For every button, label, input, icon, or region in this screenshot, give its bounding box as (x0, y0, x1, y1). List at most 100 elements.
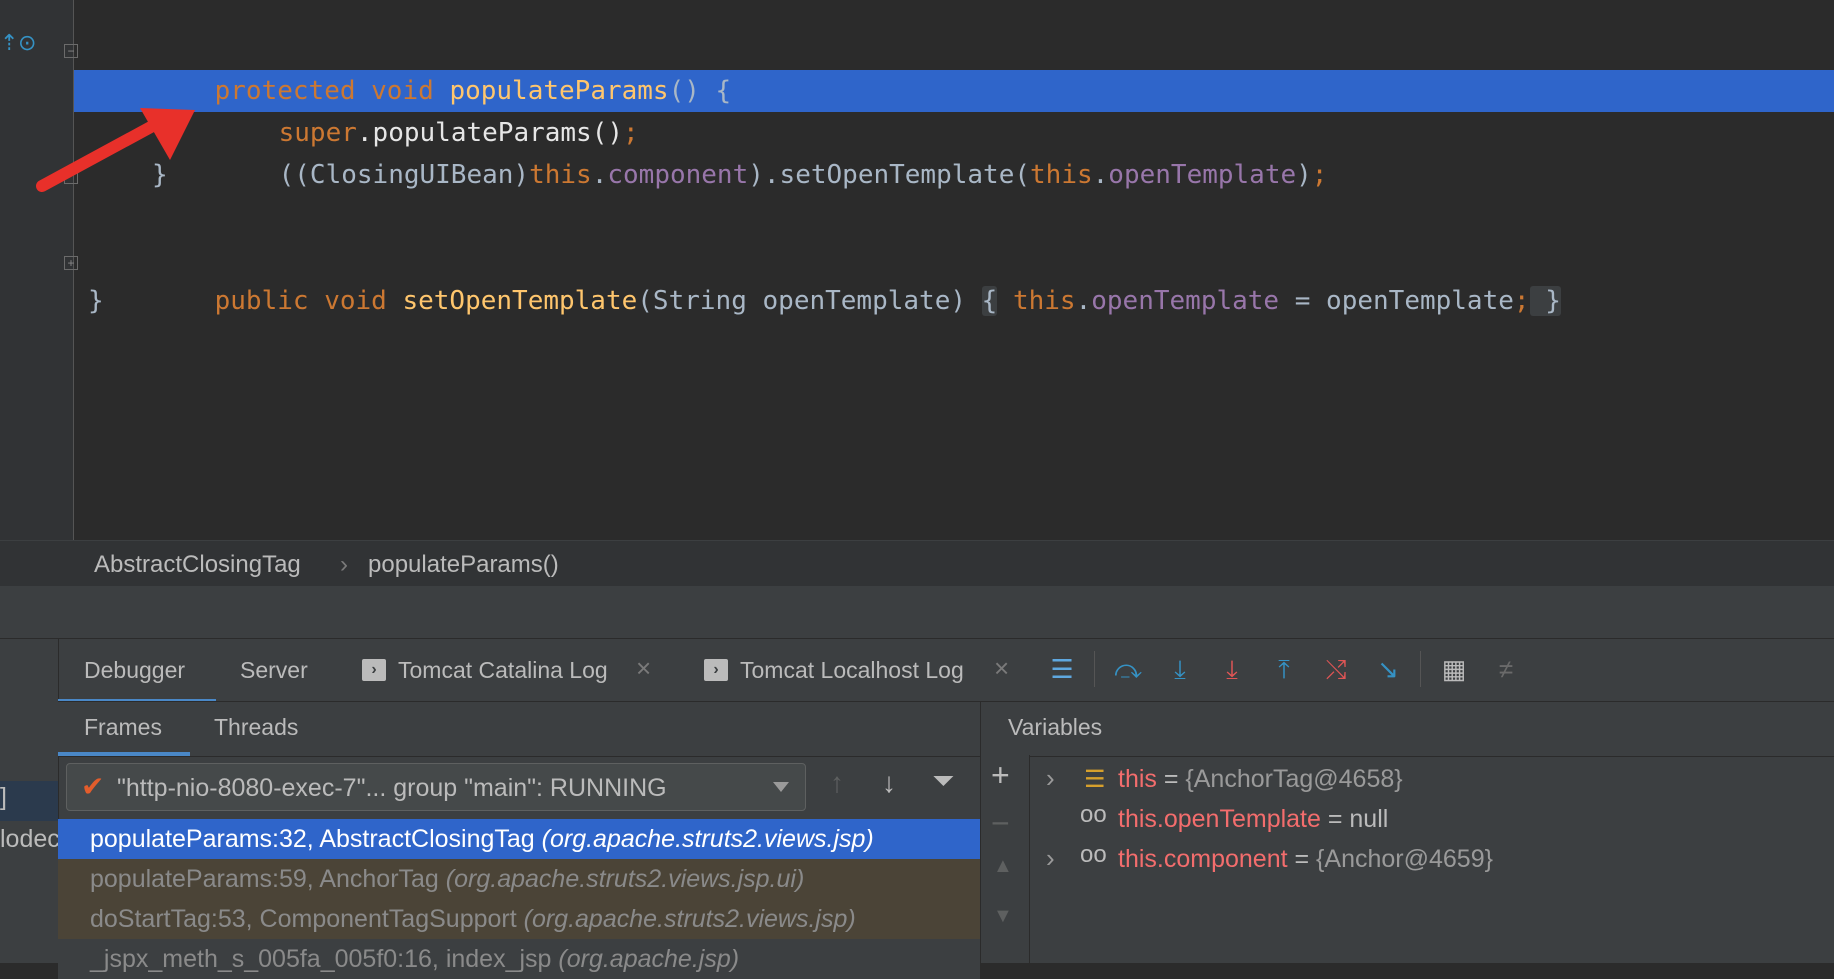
show-execution-point-icon[interactable]: ☰ (1046, 653, 1078, 685)
variable-eq: = (1320, 805, 1350, 833)
frame-row[interactable]: populateParams:59, AnchorTag (org.apache… (58, 859, 980, 899)
frame-package: (org.apache.struts2.views.jsp) (523, 905, 856, 933)
move-down-icon[interactable]: ▼ (993, 905, 1013, 928)
field-name: openTemplate (1091, 286, 1280, 316)
variable-name: this (1118, 765, 1157, 793)
variable-row[interactable]: this.component = {Anchor@4659} (1118, 839, 1493, 879)
step-out-icon[interactable]: ⤒ (1268, 653, 1300, 685)
evaluate-expression-icon[interactable]: ▦ (1438, 653, 1470, 685)
toolbar-separator (1420, 651, 1421, 687)
drop-frame-icon[interactable]: ⤭ (1320, 653, 1352, 685)
keyword: this (529, 160, 592, 190)
step-into-icon[interactable]: ⤓ (1164, 653, 1196, 685)
frame-method: _jspx_meth_s_005fa_005f0:16, index_jsp (90, 945, 559, 973)
tab-debugger[interactable]: Debugger (84, 657, 185, 684)
thread-selector[interactable]: ✔ "http-nio-8080-exec-7"... group "main"… (66, 763, 806, 811)
trace-stream-icon[interactable]: ≠ (1490, 653, 1522, 685)
variable-eq: = (1156, 765, 1186, 793)
run-to-cursor-icon[interactable]: ↘ (1372, 653, 1404, 685)
breadcrumb: AbstractClosingTag › populateParams() (0, 540, 1834, 587)
console-icon: › (362, 659, 386, 681)
console-icon: › (704, 659, 728, 681)
variable-row[interactable]: this = {AnchorTag@4658} (1118, 759, 1403, 799)
tab-tomcat-catalina-log[interactable]: Tomcat Catalina Log (398, 657, 608, 684)
code-text: ((ClosingUIBean) (278, 160, 530, 190)
editor-gutter: ⇡ ⊙ (0, 0, 74, 540)
debug-tool-window: ] lodec Debugger Server › Tomcat Catalin… (0, 638, 1834, 979)
frame-package: (org.apache.jsp) (558, 945, 740, 973)
method-name: setOpenTemplate (402, 286, 638, 316)
overridden-icon[interactable]: ⊙ (18, 30, 36, 56)
add-watch-icon[interactable]: + (991, 757, 1010, 794)
code-text: () { (668, 76, 732, 106)
code-line-1: protected void populateParams() { (152, 28, 732, 106)
arrow-up-icon[interactable]: ↑ (830, 767, 844, 799)
frame-package: (org.apache.struts2.views.jsp) (541, 825, 874, 853)
code-text: = openTemplate (1279, 286, 1514, 316)
frame-row[interactable]: _jspx_meth_s_005fa_005f0:16, index_jsp (… (58, 939, 980, 979)
watch-glasses-icon: oo (1080, 801, 1107, 828)
frame-row[interactable]: populateParams:32, AbstractClosingTag (o… (58, 819, 980, 859)
breadcrumb-method[interactable]: populateParams() (368, 551, 559, 579)
variable-eq: = (1287, 845, 1317, 873)
keyword: this (1030, 160, 1093, 190)
thread-name: "http-nio-8080-exec-7"... group "main": … (117, 774, 667, 802)
variable-row[interactable]: this.openTemplate = null (1118, 799, 1388, 839)
code-text: . (1075, 286, 1092, 316)
code-text: . (591, 160, 608, 190)
active-subtab-indicator (58, 752, 190, 756)
frame-method: populateParams:32, AbstractClosingTag (90, 825, 542, 853)
left-partial-bracket: ] (0, 783, 7, 811)
force-step-into-icon[interactable]: ⤓ (1216, 653, 1248, 685)
breadcrumb-class[interactable]: AbstractClosingTag (94, 551, 301, 579)
tab-frames[interactable]: Frames (84, 714, 162, 741)
frames-subbar: Frames Threads Variables (58, 701, 1834, 757)
variable-value: {AnchorTag@4658} (1185, 765, 1403, 793)
frame-method: populateParams:59, AnchorTag (90, 865, 446, 893)
frame-package: (org.apache.struts2.views.jsp.ui) (445, 865, 805, 893)
overrides-icon[interactable]: ⇡ (0, 30, 18, 56)
code-text: ).setOpenTemplate( (748, 160, 1031, 190)
close-icon[interactable]: × (636, 653, 651, 684)
chevron-right-icon[interactable]: › (1046, 843, 1055, 874)
code-line-3: ((ClosingUIBean)this.component).setOpenT… (216, 112, 1328, 190)
folded-brace[interactable]: { (981, 286, 998, 316)
tab-tomcat-localhost-log[interactable]: Tomcat Localhost Log (740, 657, 964, 684)
semicolon: ; (1311, 160, 1328, 190)
folded-brace[interactable]: } (1529, 286, 1561, 316)
variable-value: null (1349, 805, 1389, 833)
code-editor[interactable]: ⇡ ⊙ − + protected void populateParams() … (0, 0, 1834, 540)
variable-value: {Anchor@4659} (1316, 845, 1493, 873)
remove-watch-icon[interactable]: − (991, 805, 1010, 842)
object-icon: ☰ (1084, 766, 1106, 793)
chevron-right-icon[interactable]: › (1046, 763, 1055, 794)
variables-header: Variables (1008, 714, 1103, 740)
left-partial-text: lodec (0, 825, 60, 853)
close-icon[interactable]: × (994, 653, 1009, 684)
variables-side-toolbar: + − ▲ ▼ (981, 755, 1030, 963)
arrow-down-icon[interactable]: ↓ (882, 767, 896, 799)
fold-toggle-icon[interactable]: − (64, 44, 78, 58)
filter-icon[interactable]: ⏷ (932, 765, 954, 798)
breadcrumb-separator: › (340, 551, 348, 578)
field-name: component (607, 160, 749, 190)
code-text: ) (1296, 160, 1312, 190)
chevron-down-icon (773, 782, 789, 792)
keyword: this (997, 286, 1076, 316)
keyword: public void (214, 286, 403, 316)
fold-toggle-icon[interactable]: + (64, 256, 78, 270)
variable-name: this.openTemplate (1118, 805, 1321, 833)
frame-row[interactable]: doStartTag:53, ComponentTagSupport (org.… (58, 899, 980, 939)
move-up-icon[interactable]: ▲ (993, 855, 1013, 878)
tab-threads[interactable]: Threads (214, 714, 298, 741)
step-over-icon[interactable]: ⤼ (1112, 653, 1144, 685)
panel-divider (0, 586, 1834, 638)
code-line-6: public void setOpenTemplate(String openT… (152, 238, 1561, 316)
field-name: openTemplate (1108, 160, 1297, 190)
code-line-7: } (88, 286, 104, 316)
watch-glasses-icon: oo (1080, 841, 1107, 868)
red-arrow-annotation (36, 108, 195, 192)
code-line-2: super.populateParams(); (216, 70, 639, 148)
tab-server[interactable]: Server (240, 657, 308, 684)
frame-method: doStartTag:53, ComponentTagSupport (90, 905, 524, 933)
